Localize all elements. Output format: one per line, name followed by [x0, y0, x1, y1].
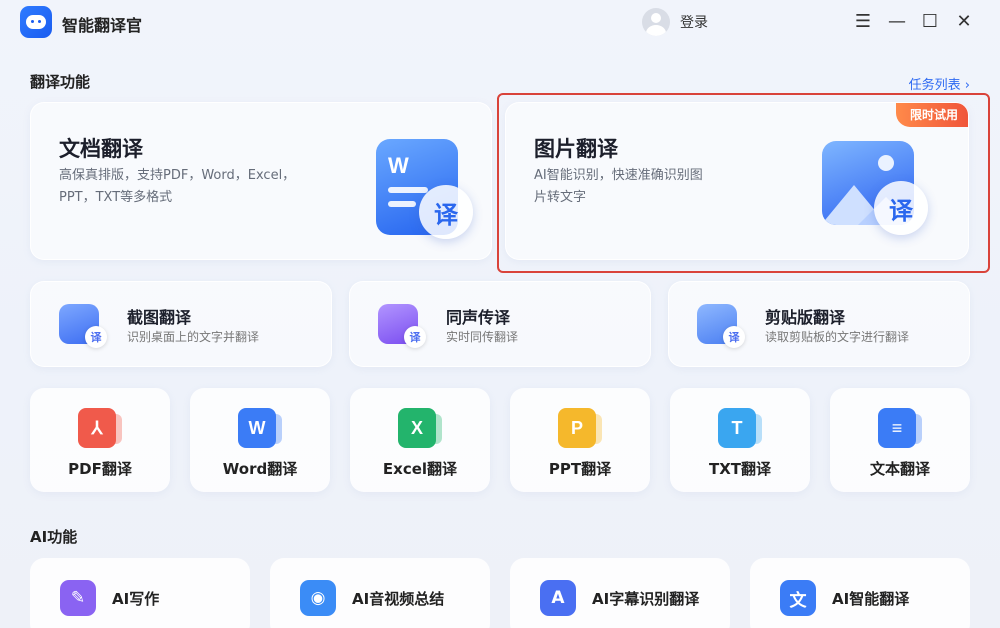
close-icon[interactable]: ✕ [953, 10, 975, 32]
login-button[interactable]: 登录 [642, 8, 708, 36]
section-title-ai: AI功能 [30, 528, 78, 546]
card-label: AI音视频总结 [352, 590, 445, 608]
card-label: Excel翻译 [382, 460, 458, 478]
app-logo-icon [20, 6, 52, 38]
card-desc: 识别桌面上的文字并翻译 [127, 330, 260, 344]
card-label: 文本翻译 [869, 460, 930, 478]
avatar-icon [642, 8, 670, 36]
card-title: 文档翻译 [59, 137, 143, 161]
card-label: AI智能翻译 [832, 590, 910, 608]
ai-subtitle-icon: A [540, 580, 576, 616]
translate-badge-icon: 译 [419, 185, 473, 239]
translate-badge-icon: 译 [874, 181, 928, 235]
pdf-translate-card[interactable]: ⅄ PDF翻译 [30, 388, 170, 492]
card-title: 截图翻译 [127, 308, 192, 327]
screenshot-icon: 译 [59, 304, 109, 348]
text-translate-card[interactable]: ≡ 文本翻译 [830, 388, 970, 492]
ai-media-icon: ◉ [300, 580, 336, 616]
login-label: 登录 [680, 15, 708, 31]
ppt-icon: P [558, 408, 602, 448]
word-icon: W [238, 408, 282, 448]
excel-icon: X [398, 408, 442, 448]
ai-translate-icon: 文 [780, 580, 816, 616]
card-label: AI写作 [112, 590, 160, 608]
card-label: Word翻译 [222, 460, 298, 478]
maximize-icon[interactable]: ☐ [919, 10, 941, 32]
card-label: PDF翻译 [68, 460, 132, 478]
card-desc: 实时同传翻译 [446, 330, 519, 344]
task-list-link[interactable]: 任务列表 › [909, 74, 970, 93]
trial-badge: 限时试用 [895, 103, 968, 127]
card-title: 图片翻译 [534, 137, 618, 161]
document-translate-card[interactable]: 文档翻译 高保真排版，支持PDF，Word，Excel，PPT，TXT等多格式 … [30, 102, 492, 260]
txt-icon: T [718, 408, 762, 448]
ai-writing-icon: ✎ [60, 580, 96, 616]
pdf-icon: ⅄ [78, 408, 122, 448]
app-title: 智能翻译官 [62, 16, 143, 35]
card-title: 同声传译 [446, 308, 511, 327]
clipboard-translate-card[interactable]: 译 剪贴版翻译 读取剪贴板的文字进行翻译 [668, 281, 970, 367]
card-desc: 读取剪贴板的文字进行翻译 [765, 330, 910, 344]
screenshot-translate-card[interactable]: 译 截图翻译 识别桌面上的文字并翻译 [30, 281, 332, 367]
voice-icon: 译 [378, 304, 428, 348]
title-bar: 智能翻译官 登录 ☰ — ☐ ✕ [0, 0, 1000, 44]
ai-subtitle-card[interactable]: A AI字幕识别翻译 [510, 558, 730, 628]
card-label: AI字幕识别翻译 [592, 590, 700, 608]
text-icon: ≡ [878, 408, 922, 448]
ai-media-summary-card[interactable]: ◉ AI音视频总结 [270, 558, 490, 628]
menu-icon[interactable]: ☰ [852, 10, 874, 32]
simultaneous-interpretation-card[interactable]: 译 同声传译 实时同传翻译 [349, 281, 651, 367]
ppt-translate-card[interactable]: P PPT翻译 [510, 388, 650, 492]
ai-writing-card[interactable]: ✎ AI写作 [30, 558, 250, 628]
minimize-icon[interactable]: — [886, 10, 908, 32]
word-translate-card[interactable]: W Word翻译 [190, 388, 330, 492]
clipboard-icon: 译 [697, 304, 747, 348]
card-label: TXT翻译 [708, 460, 772, 478]
image-translate-card[interactable]: 图片翻译 AI智能识别，快速准确识别图片转文字 限时试用 译 [505, 102, 969, 260]
card-desc: AI智能识别，快速准确识别图片转文字 [534, 168, 703, 205]
excel-translate-card[interactable]: X Excel翻译 [350, 388, 490, 492]
card-title: 剪贴版翻译 [765, 308, 846, 327]
txt-translate-card[interactable]: T TXT翻译 [670, 388, 810, 492]
ai-translate-card[interactable]: 文 AI智能翻译 [750, 558, 970, 628]
card-label: PPT翻译 [548, 460, 612, 478]
card-desc: 高保真排版，支持PDF，Word，Excel，PPT，TXT等多格式 [59, 168, 296, 205]
section-title-translate: 翻译功能 [30, 73, 91, 91]
